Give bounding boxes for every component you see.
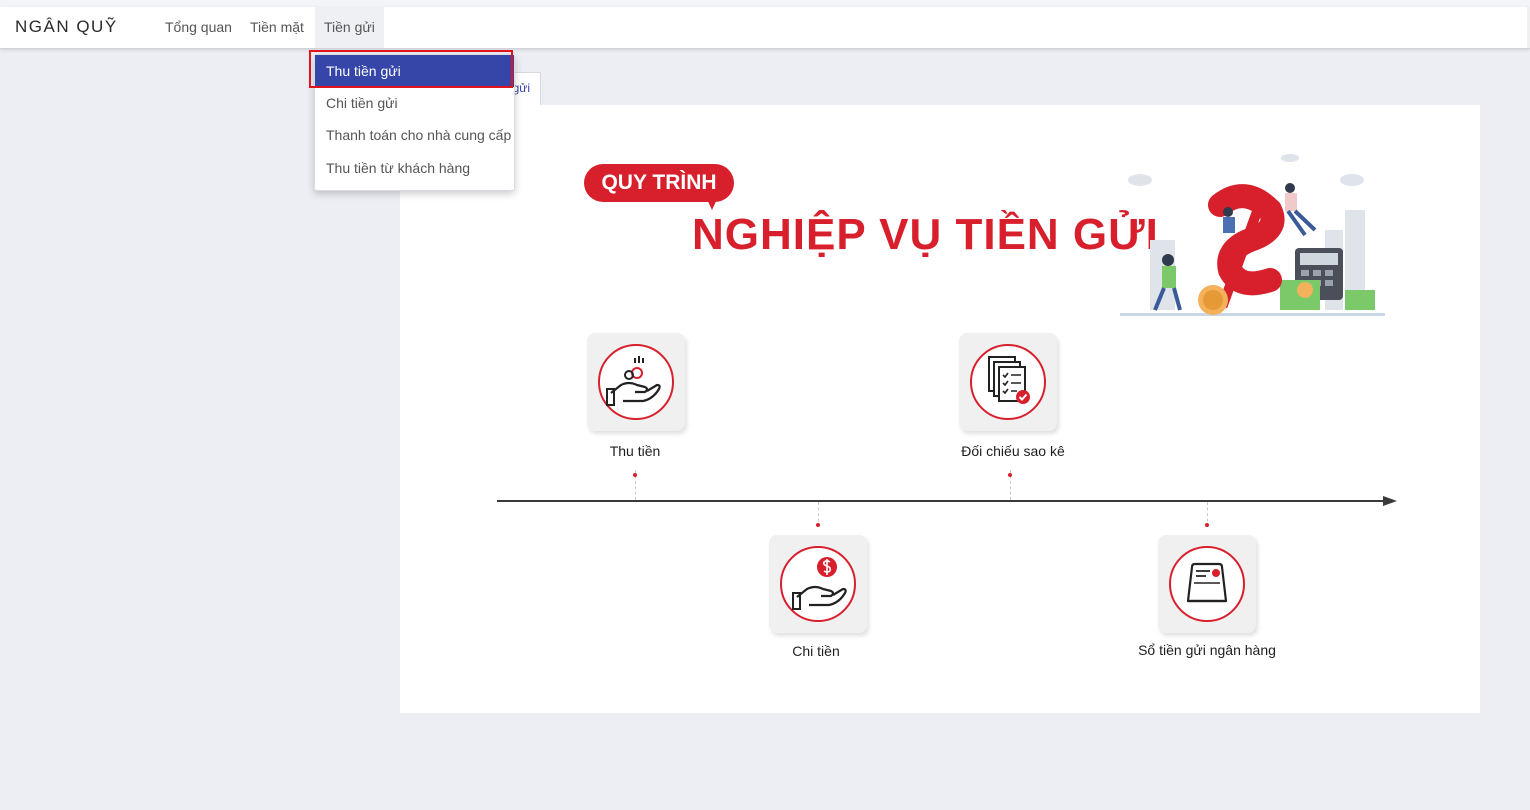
hand-coins-icon	[606, 356, 661, 406]
nav-item-deposits[interactable]: Tiền gửi	[315, 7, 384, 48]
hand-dollar-icon	[792, 557, 847, 610]
step-card-collect	[587, 333, 685, 431]
step-label-reconcile: Đối chiếu sao kê	[961, 443, 1065, 459]
top-navbar: NGÂN QUỸ Tổng quan Tiền mặt Tiền gửi	[0, 7, 1530, 49]
app-brand: NGÂN QUỸ	[15, 17, 118, 36]
finance-illustration	[1120, 154, 1385, 316]
timeline-dot	[1205, 523, 1209, 527]
menu-item-pay-supplier[interactable]: Thanh toán cho nhà cung cấp	[315, 119, 514, 151]
nav-item-cash[interactable]: Tiền mặt	[250, 19, 304, 35]
step-label-pay: Chi tiền	[792, 643, 840, 659]
badge-tail	[706, 197, 718, 210]
bankbook-icon	[1186, 562, 1228, 603]
menu-item-collect-customer[interactable]: Thu tiền từ khách hàng	[315, 152, 514, 184]
timeline-dot	[816, 523, 820, 527]
annotation-highlight	[309, 50, 513, 88]
step-card-pay	[769, 535, 867, 633]
menu-item-pay-deposit[interactable]: Chi tiền gửi	[315, 87, 514, 119]
documents-check-icon	[988, 356, 1030, 404]
step-card-bankbook	[1158, 535, 1256, 633]
step-card-reconcile	[959, 333, 1057, 431]
timeline-dot	[633, 473, 637, 477]
timeline-axis	[497, 500, 1387, 502]
content-panel: QUY TRÌNH NGHIỆP VỤ TIỀN GỬI Thu tiền Ch…	[400, 105, 1480, 713]
step-label-bankbook: Sổ tiền gửi ngân hàng	[1138, 642, 1276, 658]
tab-label: gửi	[512, 81, 530, 95]
step-label-collect: Thu tiền	[609, 443, 661, 459]
timeline-arrow	[1383, 496, 1397, 506]
timeline-dot	[1008, 473, 1012, 477]
process-title: NGHIỆP VỤ TIỀN GỬI	[692, 210, 1159, 259]
nav-item-overview[interactable]: Tổng quan	[165, 19, 232, 35]
